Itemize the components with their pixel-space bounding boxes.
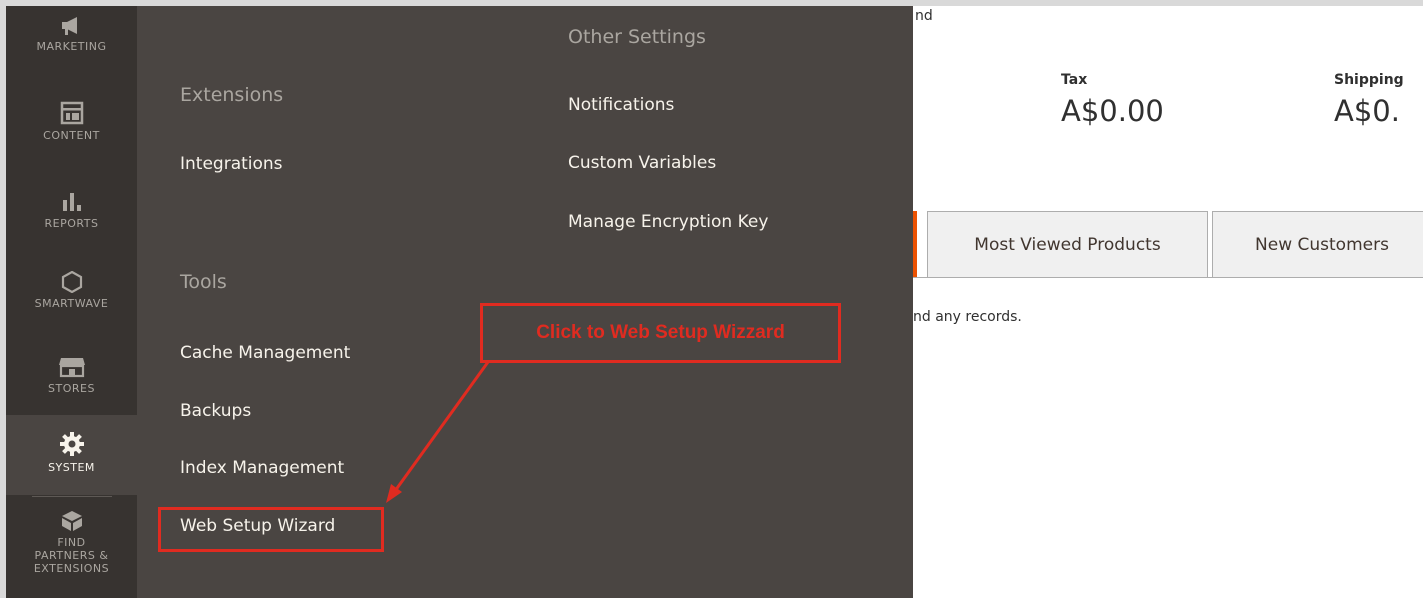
annotation-arrow — [386, 361, 490, 503]
screenshot-frame: MARKETING CONTENT REPORTS SMARTWAVE STOR — [6, 6, 1423, 598]
